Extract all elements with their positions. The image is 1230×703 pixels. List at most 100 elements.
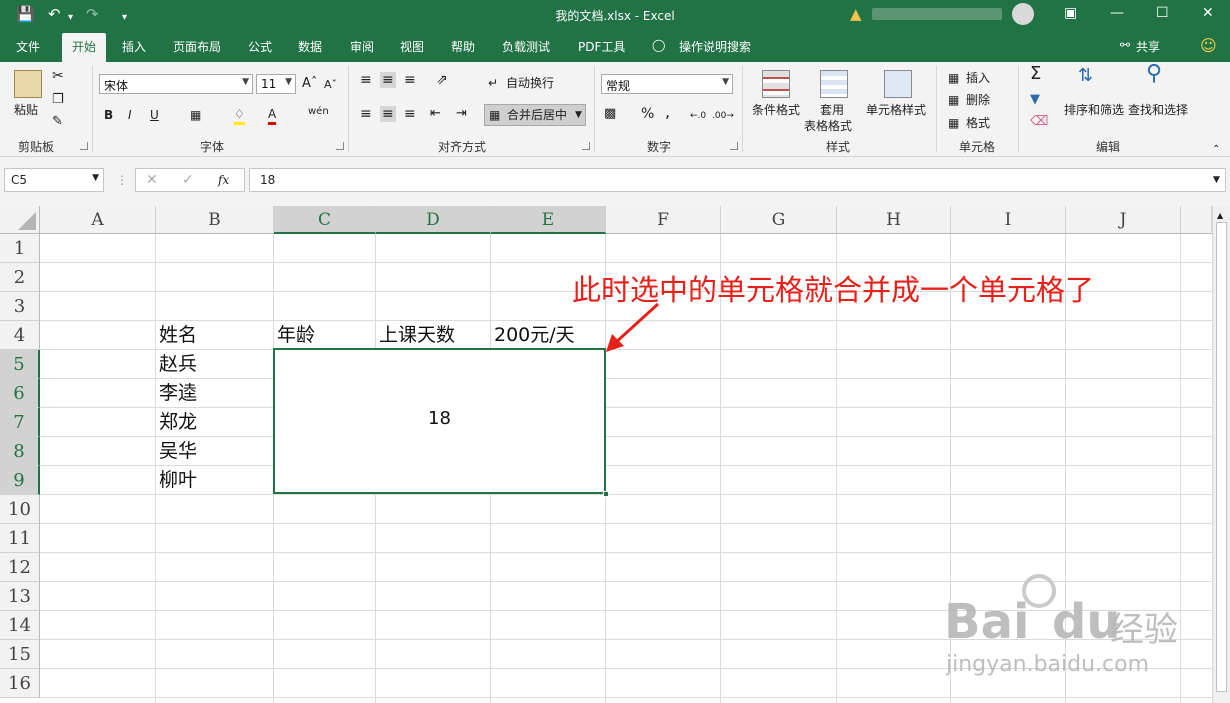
column-header-j[interactable]: J [1066,206,1181,234]
format-as-table-icon[interactable] [820,70,848,98]
expand-formula-icon[interactable]: ▼ [1213,172,1220,188]
delete-cells-button[interactable]: 删除 [966,92,990,108]
align-middle-icon[interactable]: ≡ [380,72,396,88]
column-header-i[interactable]: I [951,206,1066,234]
row-header-11[interactable]: 11 [0,524,40,553]
column-header-e[interactable]: E [491,206,606,234]
tab-formulas[interactable]: 公式 [248,38,272,55]
row-header-7[interactable]: 7 [0,408,40,437]
cell-b8[interactable]: 吴华 [159,437,197,466]
conditional-format-icon[interactable] [762,70,790,98]
chevron-down-icon[interactable]: ▼ [575,107,582,123]
align-left-icon[interactable]: ≡ [360,106,372,122]
enter-icon[interactable]: ✓ [182,172,194,188]
row-header-10[interactable]: 10 [0,495,40,524]
alignment-launcher-icon[interactable] [582,142,590,150]
tab-review[interactable]: 审阅 [350,38,374,55]
wrap-text-button[interactable]: 自动换行 [506,75,554,91]
cell-styles-button[interactable]: 单元格样式 [866,102,926,118]
share-icon[interactable]: ⚯ [1120,38,1130,52]
increase-decimal-icon[interactable]: ←.0 [690,108,706,124]
tab-help[interactable]: 帮助 [451,38,475,55]
paste-button[interactable]: 粘贴 [14,102,38,118]
format-painter-icon[interactable]: ✎ [52,114,63,130]
comma-button[interactable]: , [665,104,670,120]
font-name-select[interactable]: 宋体 ▼ [99,74,253,94]
select-all-button[interactable] [0,206,40,234]
font-launcher-icon[interactable] [336,142,344,150]
format-as-table-button[interactable]: 表格格式 [804,118,852,134]
cell-styles-icon[interactable] [884,70,912,98]
formula-input[interactable]: 18 [249,168,1226,192]
cell-b9[interactable]: 柳叶 [159,466,197,495]
row-header-9[interactable]: 9 [0,466,40,495]
row-header-4[interactable]: 4 [0,321,40,350]
collapse-ribbon-icon[interactable]: ⌃ [1212,142,1220,158]
autosum-icon[interactable]: Σ [1030,65,1041,83]
copy-icon[interactable]: ❐ [52,92,64,108]
tab-data[interactable]: 数据 [298,38,322,55]
close-icon[interactable]: ✕ [1202,5,1214,21]
tab-load-test[interactable]: 负载测试 [502,38,550,55]
conditional-format-button[interactable]: 条件格式 [752,102,800,118]
find-select-icon[interactable]: ⚲ [1146,63,1162,85]
grow-font-icon[interactable]: Aˆ [302,76,317,92]
cancel-icon[interactable]: ✕ [146,172,158,188]
row-header-16[interactable]: 16 [0,669,40,698]
tab-pdf-tools[interactable]: PDF工具 [578,38,625,55]
name-box[interactable]: C5 ▼ [4,168,104,192]
font-color-icon[interactable]: A [268,106,277,125]
find-select-button[interactable]: 查找和选择 [1128,102,1188,118]
minimize-icon[interactable]: — [1110,5,1124,21]
underline-button[interactable]: U [150,107,159,123]
number-format-select[interactable]: 常规 ▼ [601,74,733,94]
orientation-icon[interactable]: ⇗ [436,72,448,88]
cut-icon[interactable]: ✂ [52,68,64,84]
tab-view[interactable]: 视图 [400,38,424,55]
vertical-scrollbar[interactable]: ▲ [1212,206,1230,703]
tab-page-layout[interactable]: 页面布局 [173,38,221,55]
align-top-icon[interactable]: ≡ [360,72,372,88]
row-header-2[interactable]: 2 [0,263,40,292]
scrollbar-thumb[interactable] [1216,222,1227,692]
row-header-3[interactable]: 3 [0,292,40,321]
worksheet-grid[interactable]: A B C D E F G H I J 1 2 3 4 5 6 7 8 9 10… [0,206,1230,703]
tab-home[interactable]: 开始 [62,33,107,62]
align-right-icon[interactable]: ≡ [404,106,416,122]
insert-cells-button[interactable]: 插入 [966,70,990,86]
bold-button[interactable]: B [104,107,113,123]
cell-e4[interactable]: 200元/天 [494,321,575,350]
insert-function-icon[interactable]: fx [218,172,229,188]
cell-b5[interactable]: 赵兵 [159,350,197,379]
column-header-a[interactable]: A [40,206,156,234]
cell-b7[interactable]: 郑龙 [159,408,197,437]
row-header-5[interactable]: 5 [0,350,40,379]
column-header-k[interactable] [1181,206,1212,234]
cell-b4[interactable]: 姓名 [159,321,197,350]
fill-icon[interactable]: ▼ [1030,92,1040,108]
column-header-f[interactable]: F [606,206,721,234]
fill-color-icon[interactable]: ♢ [234,106,245,125]
cell-c4[interactable]: 年龄 [277,321,315,350]
tab-file[interactable]: 文件 [16,38,40,55]
format-cells-button[interactable]: 格式 [966,115,990,131]
row-header-13[interactable]: 13 [0,582,40,611]
column-header-d[interactable]: D [376,206,491,234]
align-center-icon[interactable]: ≡ [380,106,396,122]
share-button[interactable]: 共享 [1136,38,1160,55]
fill-handle[interactable] [603,491,609,497]
align-bottom-icon[interactable]: ≡ [404,72,416,88]
borders-icon[interactable]: ▦ [190,107,201,123]
italic-button[interactable]: I [128,107,132,123]
percent-button[interactable]: % [641,106,654,122]
row-header-14[interactable]: 14 [0,611,40,640]
tab-insert[interactable]: 插入 [122,38,146,55]
sort-filter-icon[interactable]: ⇅ [1078,67,1093,85]
font-size-select[interactable]: 11 ▼ [256,74,296,94]
column-header-g[interactable]: G [721,206,837,234]
paste-icon[interactable] [14,70,42,98]
shrink-font-icon[interactable]: Aˇ [324,77,337,93]
ribbon-display-icon[interactable]: ▣ [1064,5,1077,21]
account-avatar[interactable] [1012,3,1034,25]
row-header-1[interactable]: 1 [0,234,40,263]
